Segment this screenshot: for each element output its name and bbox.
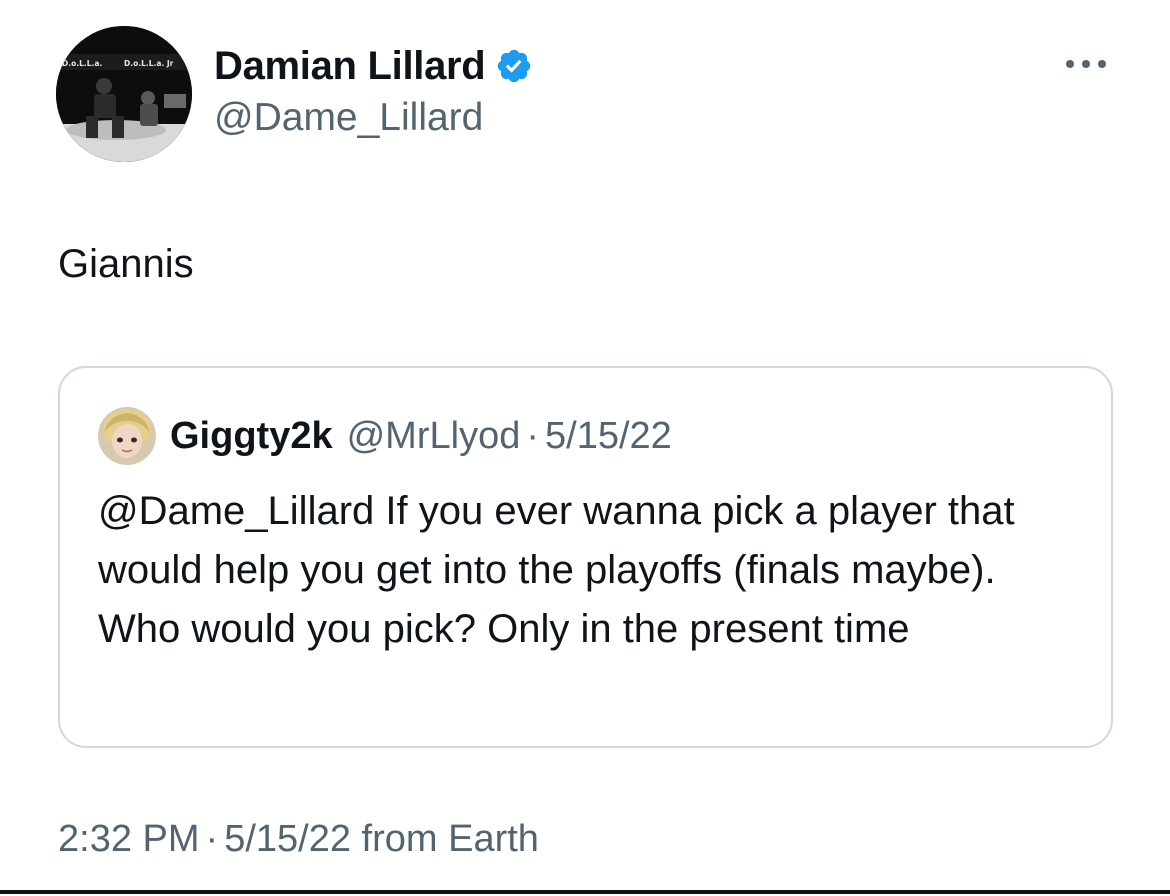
avatar-text-left: D.o.L.L.a.: [62, 59, 102, 68]
quoted-author-avatar[interactable]: [98, 407, 156, 465]
author-display-name[interactable]: Damian Lillard: [214, 44, 486, 89]
tweet-text: Giannis: [58, 242, 194, 286]
tweet-meta: 2:32 PM · 5/15/22 from Earth: [58, 818, 539, 861]
tweet-date[interactable]: 5/15/22: [224, 818, 351, 860]
quoted-handle[interactable]: @MrLlyod: [347, 415, 521, 458]
quoted-tweet-header: Giggty2k @MrLlyod · 5/15/22: [98, 406, 672, 466]
author-name-row: Damian Lillard: [214, 40, 533, 92]
avatar-text-right: D.o.L.L.a. Jr: [124, 59, 174, 68]
quoted-author-avatar-image: [98, 407, 156, 465]
author-avatar[interactable]: D.o.L.L.a. D.o.L.L.a. Jr: [56, 26, 192, 162]
quoted-display-name[interactable]: Giggty2k: [170, 415, 333, 458]
more-options-icon[interactable]: [1064, 56, 1108, 72]
author-avatar-image: D.o.L.L.a. D.o.L.L.a. Jr: [56, 26, 192, 162]
tweet-time[interactable]: 2:32 PM: [58, 818, 200, 860]
author-handle[interactable]: @Dame_Lillard: [214, 96, 483, 140]
tweet: D.o.L.L.a. D.o.L.L.a. Jr Damian Lillard …: [0, 0, 1170, 896]
quoted-separator: ·: [526, 414, 539, 457]
quoted-date[interactable]: 5/15/22: [545, 415, 672, 458]
tweet-source: from Earth: [361, 818, 539, 860]
quoted-tweet-text: @Dame_Lillard If you ever wanna pick a p…: [98, 489, 1015, 651]
bottom-divider: [0, 890, 1170, 894]
verified-badge-icon: [498, 49, 531, 83]
meta-separator: ·: [205, 818, 219, 860]
quoted-tweet-card[interactable]: Giggty2k @MrLlyod · 5/15/22 @Dame_Lillar…: [58, 366, 1113, 748]
